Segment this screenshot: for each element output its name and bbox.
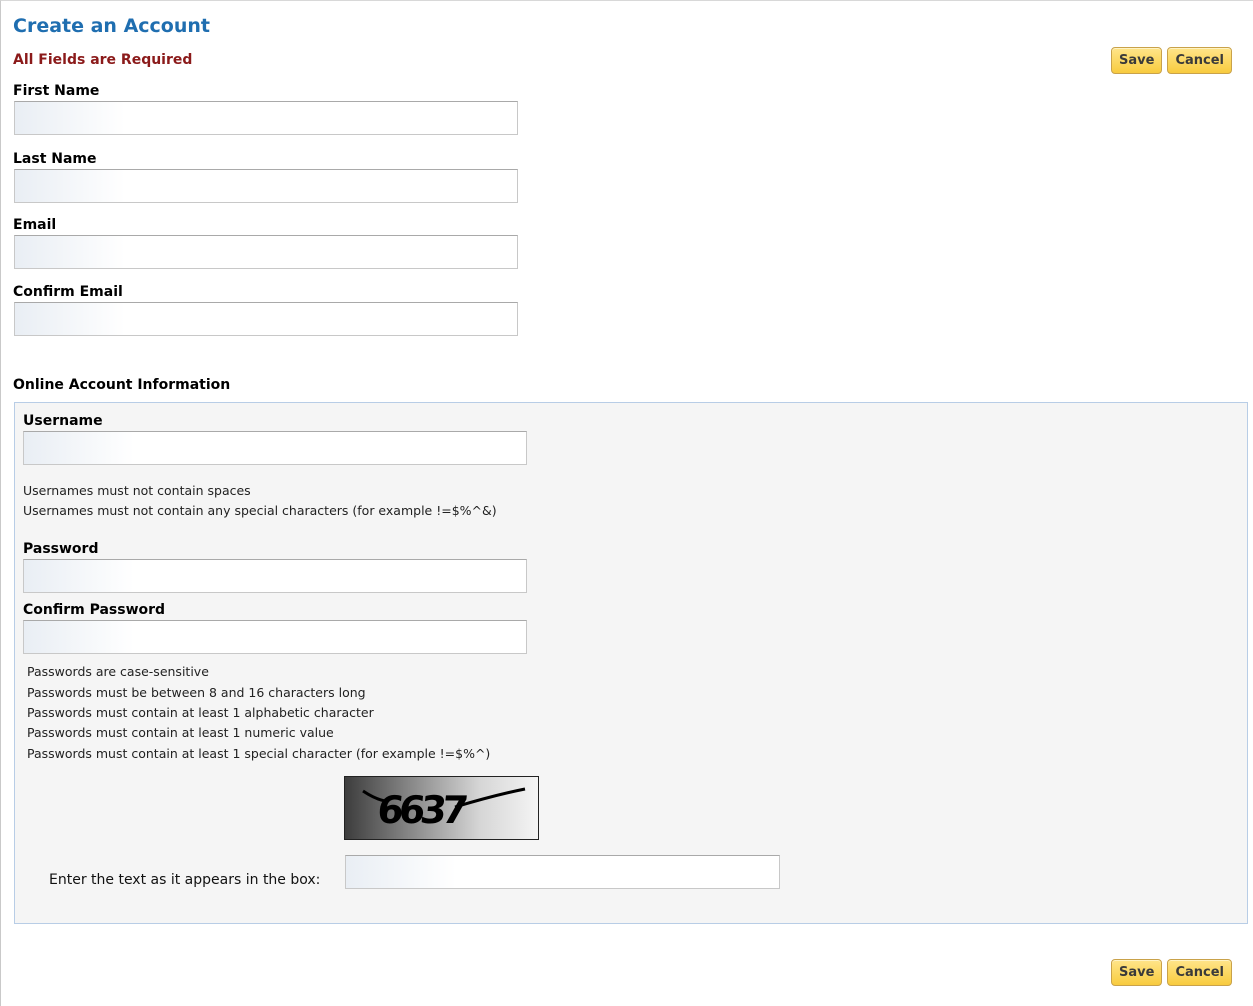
email-input[interactable] <box>14 235 518 269</box>
confirm-password-label: Confirm Password <box>23 602 166 618</box>
password-hint-numeric: Passwords must contain at least 1 numeri… <box>27 725 334 740</box>
first-name-label: First Name <box>13 83 100 99</box>
password-input[interactable] <box>23 559 527 593</box>
password-hint-case: Passwords are case-sensitive <box>27 664 209 679</box>
username-input[interactable] <box>23 431 527 465</box>
create-account-page: Create an Account All Fields are Require… <box>0 0 1253 1006</box>
password-hint-alpha: Passwords must contain at least 1 alphab… <box>27 705 374 720</box>
captcha-text: 6637 <box>375 788 468 832</box>
confirm-password-input[interactable] <box>23 620 527 654</box>
first-name-input[interactable] <box>14 101 518 135</box>
username-label: Username <box>23 413 103 429</box>
required-fields-note: All Fields are Required <box>13 52 193 68</box>
page-title: Create an Account <box>13 15 210 37</box>
save-button[interactable]: Save <box>1111 959 1163 986</box>
username-hint-spaces: Usernames must not contain spaces <box>23 483 251 498</box>
save-button[interactable]: Save <box>1111 47 1163 74</box>
cancel-button[interactable]: Cancel <box>1167 959 1232 986</box>
online-account-section-title: Online Account Information <box>13 377 231 393</box>
bottom-actions: Save Cancel <box>1111 959 1232 986</box>
captcha-image: 6637 <box>344 776 539 840</box>
password-hint-special: Passwords must contain at least 1 specia… <box>27 746 491 761</box>
captcha-input[interactable] <box>345 855 780 889</box>
captcha-graphic: 6637 <box>362 787 526 832</box>
password-hint-length: Passwords must be between 8 and 16 chara… <box>27 685 366 700</box>
last-name-input[interactable] <box>14 169 518 203</box>
captcha-prompt: Enter the text as it appears in the box: <box>49 872 321 888</box>
confirm-email-label: Confirm Email <box>13 284 123 300</box>
confirm-email-input[interactable] <box>14 302 518 336</box>
email-label: Email <box>13 217 57 233</box>
username-hint-special-chars: Usernames must not contain any special c… <box>23 503 497 518</box>
top-actions: Save Cancel <box>1111 47 1232 74</box>
last-name-label: Last Name <box>13 151 97 167</box>
online-account-panel: Username Usernames must not contain spac… <box>14 402 1248 924</box>
password-label: Password <box>23 541 99 557</box>
cancel-button[interactable]: Cancel <box>1167 47 1232 74</box>
